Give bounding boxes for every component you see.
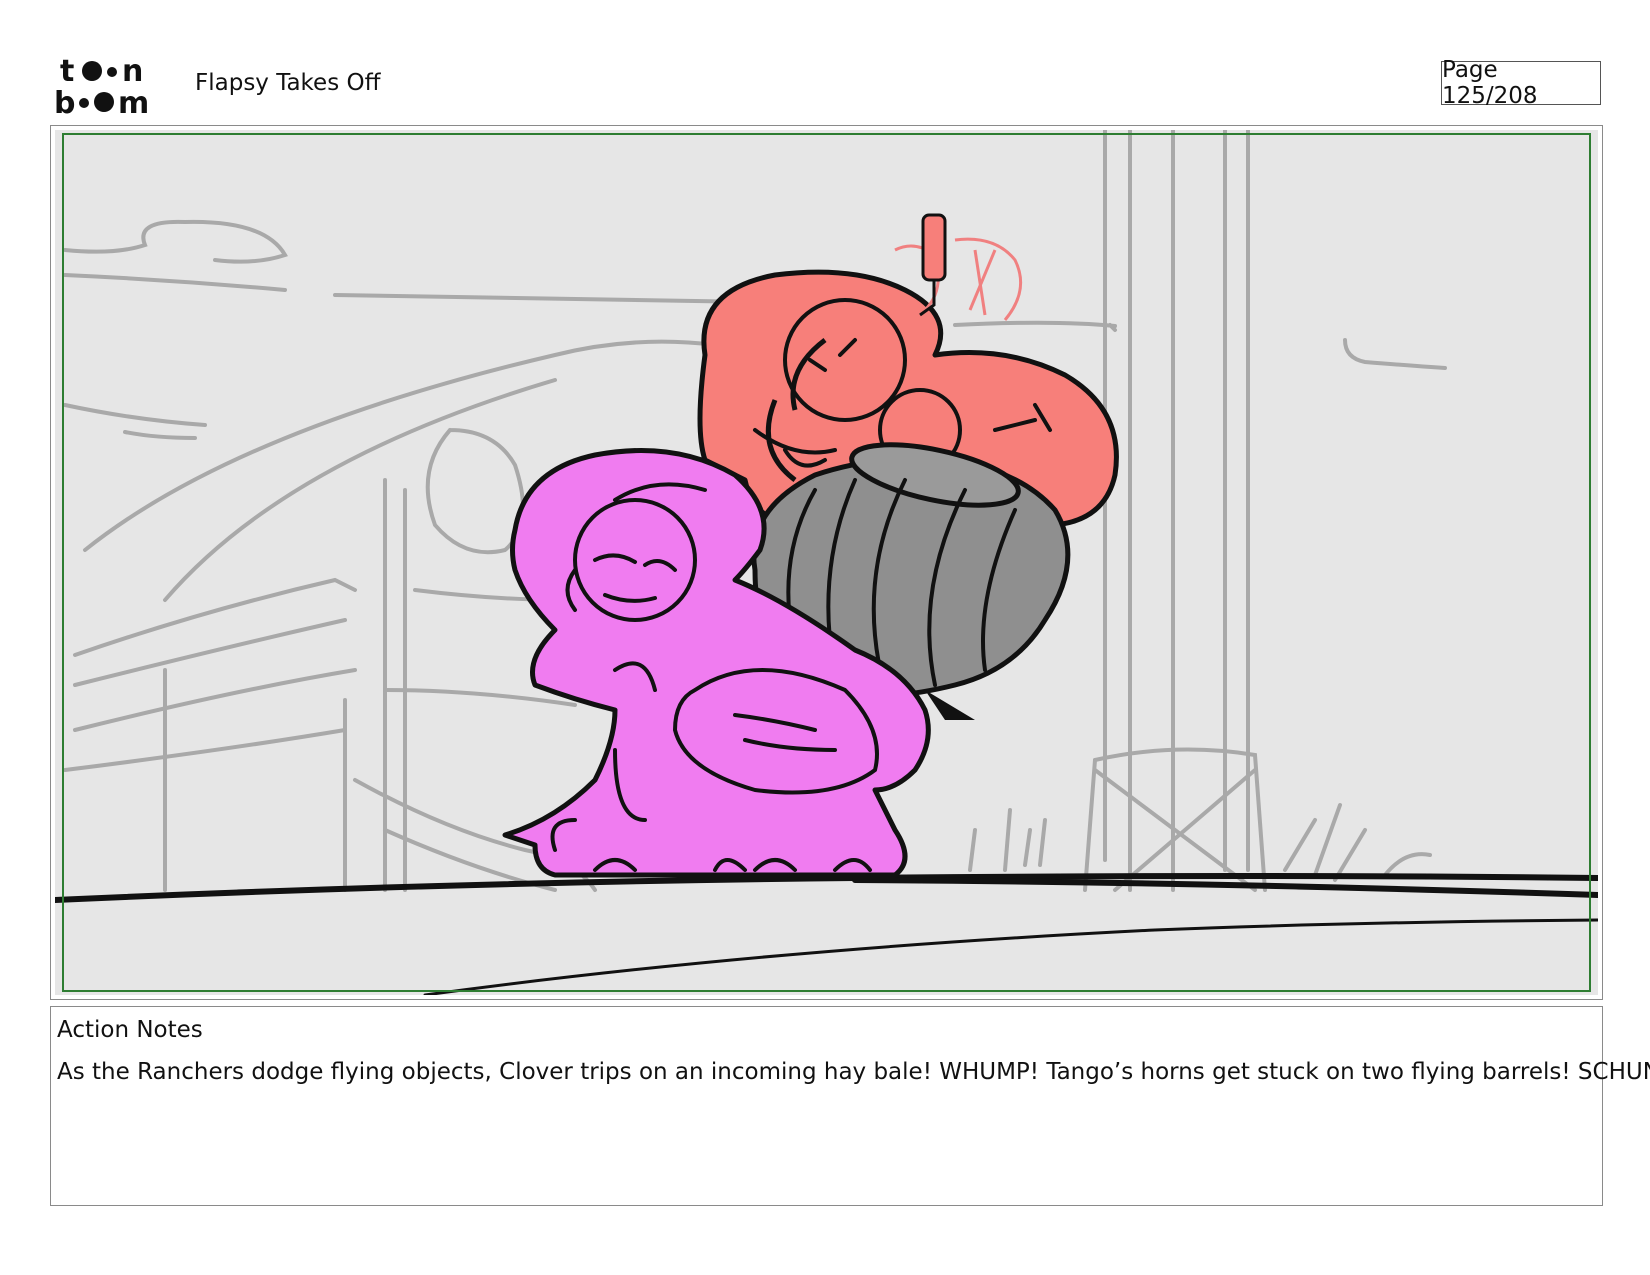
action-notes-text: As the Ranchers dodge flying objects, Cl…: [57, 1059, 1650, 1085]
document-title: Flapsy Takes Off: [195, 70, 381, 96]
storyboard-panel: [50, 125, 1603, 1000]
page-indicator: Page 125/208: [1441, 57, 1601, 109]
panel-artwork: [55, 130, 1598, 995]
svg-text:m: m: [118, 86, 149, 117]
svg-text:b: b: [54, 86, 75, 117]
toon-boom-logo: t n b m: [54, 54, 172, 121]
action-notes-box: Action Notes As the Ranchers dodge flyin…: [50, 1006, 1650, 1206]
svg-text:n: n: [122, 55, 143, 89]
action-notes-heading: Action Notes: [57, 1017, 203, 1043]
svg-text:t: t: [60, 55, 74, 89]
